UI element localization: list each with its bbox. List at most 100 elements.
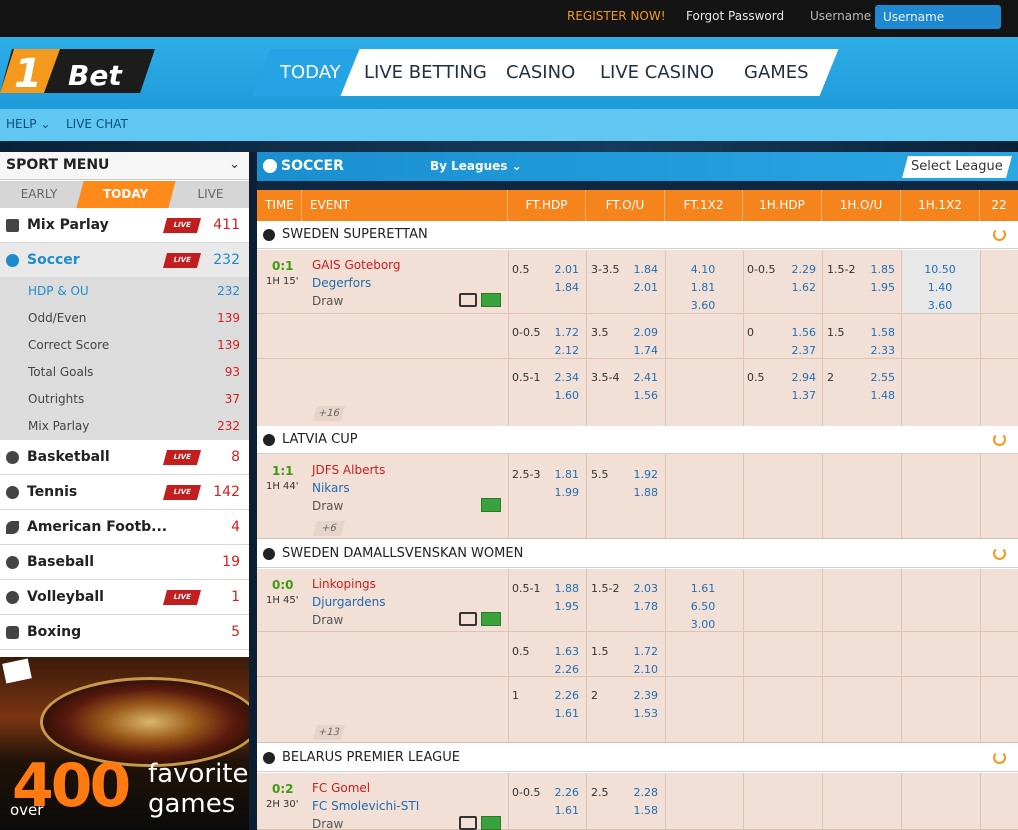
odds-value[interactable]: 1.74 bbox=[618, 344, 659, 357]
odds-value[interactable]: 2.41 bbox=[618, 371, 659, 384]
away-team[interactable]: Djurgardens bbox=[312, 595, 385, 609]
odds-value[interactable]: 2.34 bbox=[539, 371, 580, 384]
odds-value[interactable]: 2.12 bbox=[539, 344, 580, 357]
league-header[interactable]: BELARUS PREMIER LEAGUE bbox=[257, 744, 1018, 772]
odds-value[interactable]: 4.10 bbox=[673, 263, 733, 276]
odds-value[interactable]: 2.10 bbox=[618, 663, 659, 676]
league-header[interactable]: SWEDEN SUPERETTAN bbox=[257, 221, 1018, 249]
odds-value[interactable]: 2.01 bbox=[539, 263, 580, 276]
sport-item-mix-parlay[interactable]: Mix Parlay LIVE 411 bbox=[0, 208, 249, 243]
col-ft-1x2[interactable]: FT.1X2 bbox=[665, 190, 743, 221]
sub-item-total-goals[interactable]: Total Goals 93 bbox=[0, 359, 249, 386]
odds-value[interactable]: 3.60 bbox=[673, 299, 733, 312]
odds-value[interactable]: 2.01 bbox=[618, 281, 659, 294]
sub-item-mix-parlay[interactable]: Mix Parlay 232 bbox=[0, 413, 249, 440]
home-team[interactable]: GAIS Goteborg bbox=[312, 258, 401, 272]
odds-value[interactable]: 1.61 bbox=[539, 707, 580, 720]
odds-value[interactable]: 1.81 bbox=[539, 468, 580, 481]
tv-icon[interactable] bbox=[459, 612, 477, 626]
odds-value[interactable]: 2.26 bbox=[539, 663, 580, 676]
col-event[interactable]: EVENT bbox=[302, 190, 508, 221]
sub-item-outrights[interactable]: Outrights 37 bbox=[0, 386, 249, 413]
tab-today[interactable]: TODAY bbox=[76, 181, 176, 208]
odds-value[interactable]: 6.50 bbox=[673, 600, 733, 613]
odds-value[interactable]: 2.39 bbox=[618, 689, 659, 702]
more-markets-badge[interactable]: +6 bbox=[312, 521, 346, 536]
odds-value[interactable]: 2.29 bbox=[776, 263, 817, 276]
casino-promo-banner[interactable]: 400 over favorite games bbox=[0, 657, 249, 830]
odds-value[interactable]: 2.37 bbox=[776, 344, 817, 357]
live-chat-link[interactable]: LIVE CHAT bbox=[66, 117, 128, 131]
sport-item-basketball[interactable]: Basketball LIVE 8 bbox=[0, 440, 249, 475]
odds-value[interactable]: 1.61 bbox=[673, 582, 733, 595]
odds-value[interactable]: 1.48 bbox=[855, 389, 896, 402]
refresh-icon[interactable] bbox=[993, 228, 1006, 241]
live-field-icon[interactable] bbox=[481, 498, 501, 512]
odds-value[interactable]: 3.00 bbox=[673, 618, 733, 631]
odds-value[interactable]: 2.03 bbox=[618, 582, 659, 595]
by-leagues-dropdown[interactable]: By Leagues ⌄ bbox=[430, 159, 522, 173]
away-team[interactable]: FC Smolevichi-STI bbox=[312, 799, 419, 813]
odds-value[interactable]: 1.85 bbox=[855, 263, 896, 276]
more-markets-badge[interactable]: +13 bbox=[312, 725, 346, 740]
odds-value[interactable]: 1.60 bbox=[539, 389, 580, 402]
live-field-icon[interactable] bbox=[481, 816, 501, 830]
tv-icon[interactable] bbox=[459, 293, 477, 307]
odds-value[interactable]: 2.26 bbox=[539, 786, 580, 799]
odds-value[interactable]: 1.40 bbox=[910, 281, 970, 294]
odds-value[interactable]: 1.63 bbox=[539, 645, 580, 658]
odds-value[interactable]: 2.26 bbox=[539, 689, 580, 702]
odds-value[interactable]: 1.58 bbox=[618, 804, 659, 817]
sub-item-odd-even[interactable]: Odd/Even 139 bbox=[0, 305, 249, 332]
nav-games[interactable]: GAMES bbox=[714, 49, 839, 96]
odds-value[interactable]: 2.55 bbox=[855, 371, 896, 384]
logo[interactable]: 1 Bet bbox=[0, 49, 155, 93]
live-field-icon[interactable] bbox=[481, 293, 501, 307]
league-header[interactable]: LATVIA CUP bbox=[257, 426, 1018, 454]
league-header[interactable]: SWEDEN DAMALLSVENSKAN WOMEN bbox=[257, 540, 1018, 568]
odds-value[interactable]: 2.28 bbox=[618, 786, 659, 799]
home-team[interactable]: FC Gomel bbox=[312, 781, 370, 795]
sport-item-volleyball[interactable]: Volleyball LIVE 1 bbox=[0, 580, 249, 615]
away-team[interactable]: Degerfors bbox=[312, 276, 371, 290]
odds-value[interactable]: 2.94 bbox=[776, 371, 817, 384]
odds-value[interactable]: 1.61 bbox=[539, 804, 580, 817]
tab-early[interactable]: EARLY bbox=[0, 181, 78, 208]
live-field-icon[interactable] bbox=[481, 612, 501, 626]
odds-value[interactable]: 1.72 bbox=[618, 645, 659, 658]
col-1h-ou[interactable]: 1H.O/U bbox=[822, 190, 901, 221]
tab-live[interactable]: LIVE bbox=[172, 181, 249, 208]
col-ft-ou[interactable]: FT.O/U bbox=[586, 190, 665, 221]
forgot-password-link[interactable]: Forgot Password bbox=[686, 9, 784, 23]
odds-value[interactable]: 1.78 bbox=[618, 600, 659, 613]
sport-item-tennis[interactable]: Tennis LIVE 142 bbox=[0, 475, 249, 510]
odds-value[interactable]: 2.09 bbox=[618, 326, 659, 339]
odds-value[interactable]: 1.95 bbox=[855, 281, 896, 294]
col-1h-1x2[interactable]: 1H.1X2 bbox=[901, 190, 980, 221]
sport-item-soccer[interactable]: Soccer LIVE 232 bbox=[0, 243, 249, 278]
odds-value[interactable]: 1.84 bbox=[539, 281, 580, 294]
odds-value[interactable]: 1.62 bbox=[776, 281, 817, 294]
refresh-icon[interactable] bbox=[993, 751, 1006, 764]
odds-value[interactable]: 1.95 bbox=[539, 600, 580, 613]
odds-value[interactable]: 1.56 bbox=[776, 326, 817, 339]
username-input[interactable] bbox=[875, 5, 1001, 29]
odds-value[interactable]: 1.81 bbox=[673, 281, 733, 294]
col-extra[interactable]: 22 bbox=[980, 190, 1018, 221]
odds-value[interactable]: 10.50 bbox=[910, 263, 970, 276]
odds-value[interactable]: 1.84 bbox=[618, 263, 659, 276]
odds-value[interactable]: 1.88 bbox=[618, 486, 659, 499]
col-1h-hdp[interactable]: 1H.HDP bbox=[743, 190, 822, 221]
refresh-icon[interactable] bbox=[993, 547, 1006, 560]
home-team[interactable]: JDFS Alberts bbox=[312, 463, 385, 477]
odds-value[interactable]: 1.99 bbox=[539, 486, 580, 499]
away-team[interactable]: Nikars bbox=[312, 481, 350, 495]
sport-menu-header[interactable]: SPORT MENU ⌄ bbox=[0, 152, 249, 180]
odds-value[interactable]: 1.53 bbox=[618, 707, 659, 720]
sub-item-hdp-ou[interactable]: HDP & OU 232 bbox=[0, 278, 249, 305]
odds-value[interactable]: 1.58 bbox=[855, 326, 896, 339]
odds-value[interactable]: 1.56 bbox=[618, 389, 659, 402]
col-time[interactable]: TIME bbox=[257, 190, 302, 221]
odds-value[interactable]: 3.60 bbox=[910, 299, 970, 312]
sport-item-boxing[interactable]: Boxing 5 bbox=[0, 615, 249, 650]
